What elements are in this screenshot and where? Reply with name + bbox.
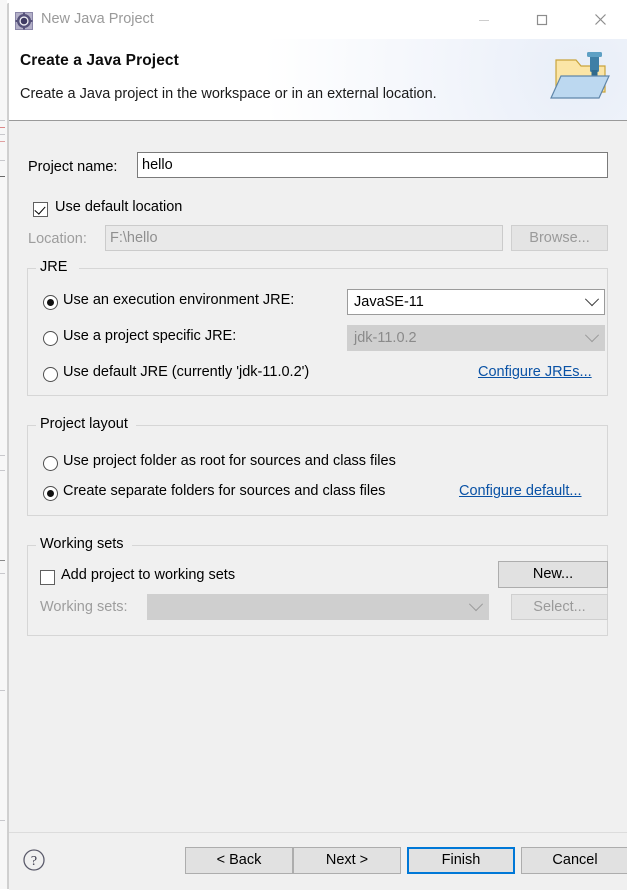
radio-project-folder-root[interactable]: [43, 456, 58, 471]
radio-project-folder-root-label: Use project folder as root for sources a…: [63, 453, 396, 469]
location-input[interactable]: [105, 225, 503, 251]
execution-environment-combo-value: JavaSE-11: [354, 294, 424, 310]
jre-group-title: JRE: [36, 259, 72, 275]
new-working-set-button[interactable]: New...: [498, 561, 608, 588]
chevron-down-icon: [464, 595, 488, 619]
maximize-icon: [536, 14, 548, 25]
background-window-strip: [0, 0, 8, 889]
chevron-down-icon: [580, 326, 604, 350]
radio-project-specific-jre-label: Use a project specific JRE:: [63, 328, 237, 344]
working-sets-combo[interactable]: [147, 594, 489, 620]
finish-button[interactable]: Finish: [407, 847, 515, 874]
close-icon: [594, 14, 606, 25]
back-button[interactable]: < Back: [185, 847, 293, 874]
radio-project-specific-jre[interactable]: [43, 331, 58, 346]
browse-button[interactable]: Browse...: [511, 225, 608, 251]
page-title: Create a Java Project: [20, 52, 179, 69]
chevron-down-icon: [580, 290, 604, 314]
dialog-footer: ? < Back Next > Finish Cancel: [9, 832, 627, 890]
execution-environment-combo[interactable]: JavaSE-11: [347, 289, 605, 315]
working-sets-group-title: Working sets: [36, 536, 128, 552]
dialog-content: Project name: Use default location Locat…: [9, 121, 627, 832]
next-button[interactable]: Next >: [293, 847, 401, 874]
project-name-label: Project name:: [28, 159, 118, 175]
help-icon[interactable]: ?: [22, 848, 46, 872]
radio-separate-folders[interactable]: [43, 486, 58, 501]
new-java-project-dialog: New Java Project Create a Java Project C…: [8, 3, 627, 890]
svg-text:?: ?: [31, 854, 37, 869]
project-specific-jre-combo-value: jdk-11.0.2: [354, 330, 417, 346]
minimize-icon: [479, 19, 489, 21]
dialog-header: Create a Java Project Create a Java proj…: [9, 39, 627, 121]
maximize-button[interactable]: [519, 3, 565, 36]
project-layout-group-title: Project layout: [36, 416, 132, 432]
configure-default-link[interactable]: Configure default...: [459, 483, 582, 499]
close-button[interactable]: [577, 3, 623, 36]
java-project-folder-icon: [546, 46, 618, 112]
page-description: Create a Java project in the workspace o…: [20, 86, 437, 102]
select-working-set-button[interactable]: Select...: [511, 594, 608, 620]
working-sets-label: Working sets:: [40, 599, 128, 615]
project-name-input[interactable]: [137, 152, 608, 178]
project-specific-jre-combo[interactable]: jdk-11.0.2: [347, 325, 605, 351]
minimize-button[interactable]: [461, 3, 507, 36]
working-sets-group: Working sets: [27, 536, 608, 636]
cancel-button[interactable]: Cancel: [521, 847, 627, 874]
location-label: Location:: [28, 231, 87, 247]
dialog-title: New Java Project: [41, 11, 154, 27]
add-to-working-sets-checkbox[interactable]: [40, 570, 55, 585]
radio-default-jre-label: Use default JRE (currently 'jdk-11.0.2'): [63, 364, 310, 380]
use-default-location-label: Use default location: [55, 199, 183, 215]
use-default-location-checkbox[interactable]: [33, 202, 48, 217]
new-java-project-icon: [14, 11, 34, 31]
project-layout-group: Project layout: [27, 416, 608, 516]
dialog-title-bar: New Java Project: [9, 3, 627, 39]
radio-execution-environment-jre-label: Use an execution environment JRE:: [63, 292, 295, 308]
radio-default-jre[interactable]: [43, 367, 58, 382]
add-to-working-sets-label: Add project to working sets: [61, 567, 236, 583]
radio-execution-environment-jre[interactable]: [43, 295, 58, 310]
configure-jres-link[interactable]: Configure JREs...: [478, 364, 592, 380]
radio-separate-folders-label: Create separate folders for sources and …: [63, 483, 386, 499]
